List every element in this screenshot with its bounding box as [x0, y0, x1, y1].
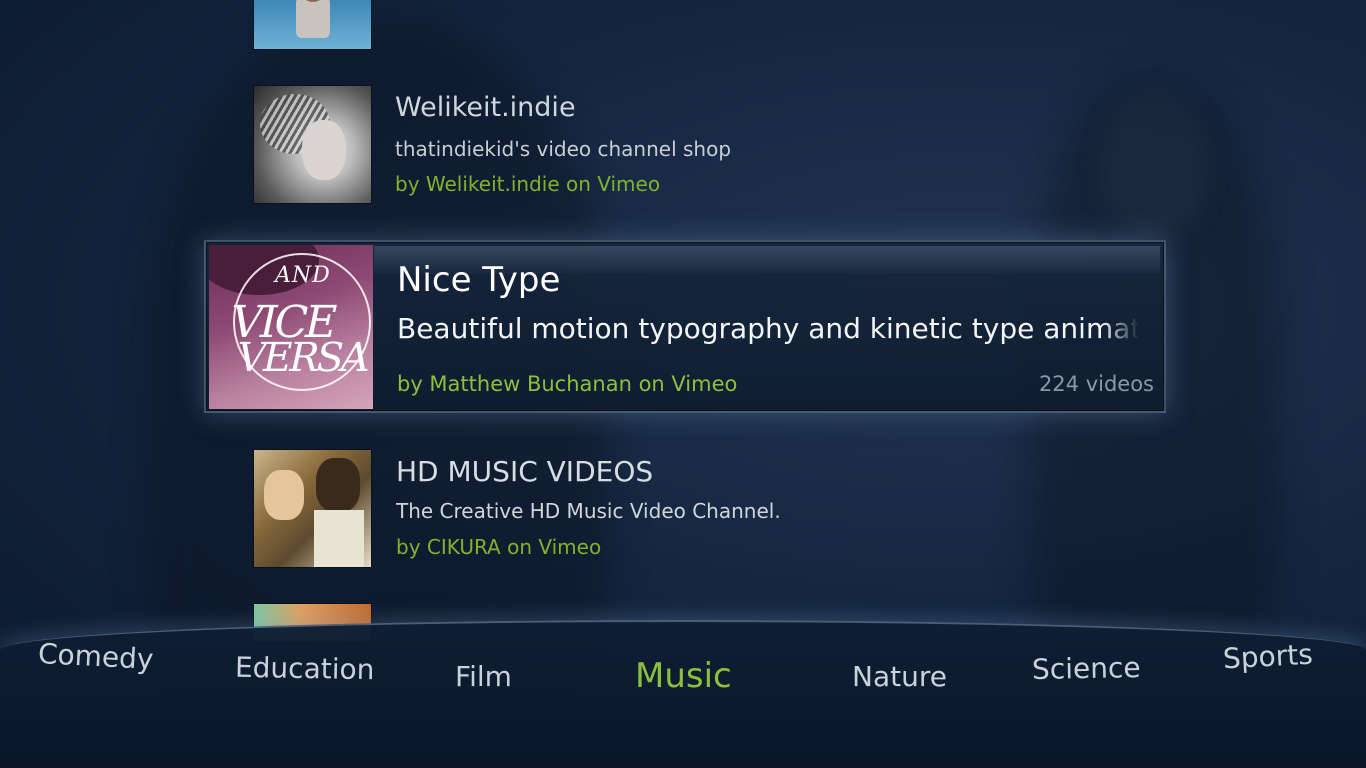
- list-item[interactable]: Welikeit.indie thatindiekid's video chan…: [0, 86, 1366, 204]
- channel-description: Beautiful motion typography and kinetic …: [397, 312, 1139, 345]
- channel-thumbnail: [254, 86, 371, 203]
- channel-title: Welikeit.indie: [395, 92, 576, 123]
- thumbnail-logo-and: AND: [275, 263, 331, 288]
- category-nature[interactable]: Nature: [852, 660, 947, 693]
- channel-author: by Matthew Buchanan on Vimeo: [397, 372, 738, 396]
- category-film[interactable]: Film: [455, 660, 512, 693]
- channel-thumbnail: [254, 0, 371, 49]
- channel-title: Nice Type: [397, 260, 561, 300]
- channel-thumbnail: [254, 450, 371, 567]
- category-nav: Comedy Education Film Music Nature Scien…: [0, 620, 1366, 768]
- channel-list: Welikeit.indie thatindiekid's video chan…: [0, 0, 1366, 642]
- list-item-partial-top[interactable]: [0, 0, 1366, 50]
- channel-author: by CIKURA on Vimeo: [396, 535, 602, 559]
- category-comedy[interactable]: Comedy: [37, 637, 154, 676]
- thumbnail-logo-versa: VERSA: [232, 335, 372, 381]
- list-item-selected[interactable]: AND VICE VERSA Nice Type Beautiful motio…: [204, 240, 1166, 413]
- channel-description: thatindiekid's video channel shop: [395, 137, 732, 161]
- category-sports[interactable]: Sports: [1222, 638, 1313, 676]
- channel-description: The Creative HD Music Video Channel.: [396, 499, 781, 523]
- channel-author: by Welikeit.indie on Vimeo: [395, 172, 661, 196]
- channel-title: HD MUSIC VIDEOS: [396, 455, 654, 488]
- category-science[interactable]: Science: [1032, 651, 1141, 686]
- category-education[interactable]: Education: [235, 651, 375, 686]
- channel-thumbnail: AND VICE VERSA: [209, 245, 373, 409]
- category-music[interactable]: Music: [635, 656, 732, 696]
- video-count: 224 videos: [1038, 372, 1154, 396]
- list-item[interactable]: HD MUSIC VIDEOS The Creative HD Music Vi…: [0, 448, 1366, 568]
